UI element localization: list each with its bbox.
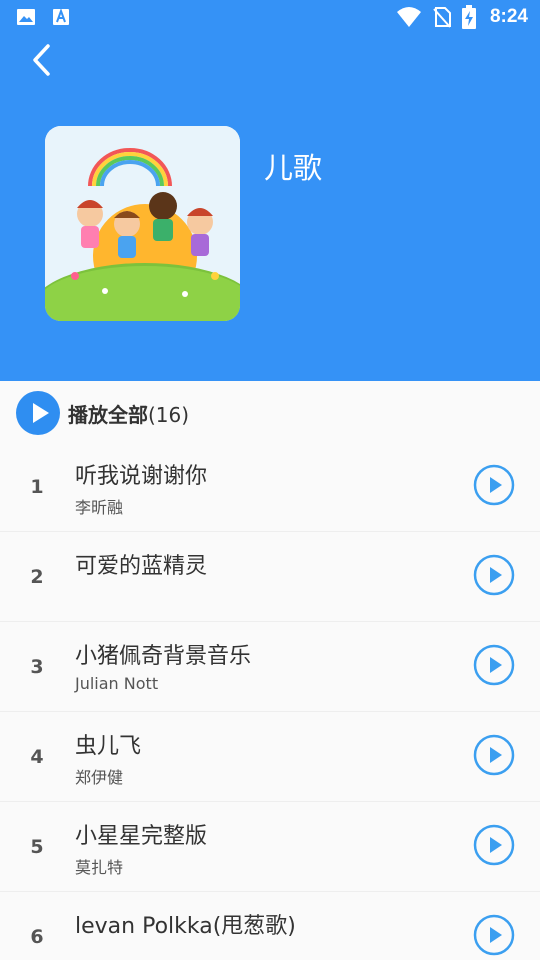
clock: 8:24 — [489, 6, 528, 27]
header: 8:24 儿歌 — [0, 0, 540, 381]
no-sim-icon — [433, 7, 451, 28]
back-button[interactable] — [26, 40, 60, 80]
battery-charging-icon — [461, 5, 476, 29]
list-item[interactable]: 2 可爱的蓝精灵 — [0, 532, 540, 622]
playlist-title: 儿歌 — [264, 151, 323, 185]
status-bar: 8:24 — [0, 0, 540, 36]
play-all-button[interactable]: 播放全部(16) — [0, 381, 540, 441]
track-number: 5 — [30, 836, 44, 858]
song-title: 虫儿飞 — [75, 734, 142, 759]
image-icon — [17, 9, 35, 25]
play-all-text: 播放全部 — [68, 403, 148, 427]
song-artist: 莫扎特 — [75, 858, 124, 877]
list-item[interactable]: 1 听我说谢谢你 李昕融 — [0, 442, 540, 532]
play-circle-icon[interactable] — [473, 554, 515, 596]
play-all-label: 播放全部(16) — [68, 399, 189, 428]
text-a-icon — [53, 8, 69, 25]
play-all-icon — [16, 391, 60, 435]
track-number: 4 — [30, 746, 44, 768]
song-title: levan Polkka(甩葱歌) — [75, 914, 296, 939]
list-item[interactable]: 4 虫儿飞 郑伊健 — [0, 712, 540, 802]
song-title: 小星星完整版 — [75, 824, 208, 849]
track-number: 6 — [30, 926, 44, 948]
play-circle-icon[interactable] — [473, 824, 515, 866]
song-artist: 李昕融 — [75, 498, 124, 517]
song-list: 播放全部(16) 1 听我说谢谢你 李昕融 2 可爱的蓝精灵 3 小猪佩奇背景音… — [0, 381, 540, 960]
track-number: 1 — [30, 476, 44, 498]
play-circle-icon[interactable] — [473, 914, 515, 956]
album-cover — [45, 126, 240, 321]
play-all-count: (16) — [148, 403, 190, 427]
song-artist: 郑伊健 — [75, 768, 124, 787]
back-arrow-icon — [33, 44, 50, 76]
song-title: 小猪佩奇背景音乐 — [75, 644, 252, 669]
list-item[interactable]: 6 levan Polkka(甩葱歌) — [0, 892, 540, 960]
list-item[interactable]: 5 小星星完整版 莫扎特 — [0, 802, 540, 892]
song-artist: Julian Nott — [75, 674, 159, 693]
track-number: 3 — [30, 656, 44, 678]
play-circle-icon[interactable] — [473, 734, 515, 776]
play-circle-icon[interactable] — [473, 464, 515, 506]
list-item[interactable]: 3 小猪佩奇背景音乐 Julian Nott — [0, 622, 540, 712]
track-number: 2 — [30, 566, 44, 588]
song-title: 听我说谢谢你 — [75, 464, 208, 489]
play-circle-icon[interactable] — [473, 644, 515, 686]
song-title: 可爱的蓝精灵 — [75, 554, 208, 579]
wifi-icon — [396, 7, 421, 27]
